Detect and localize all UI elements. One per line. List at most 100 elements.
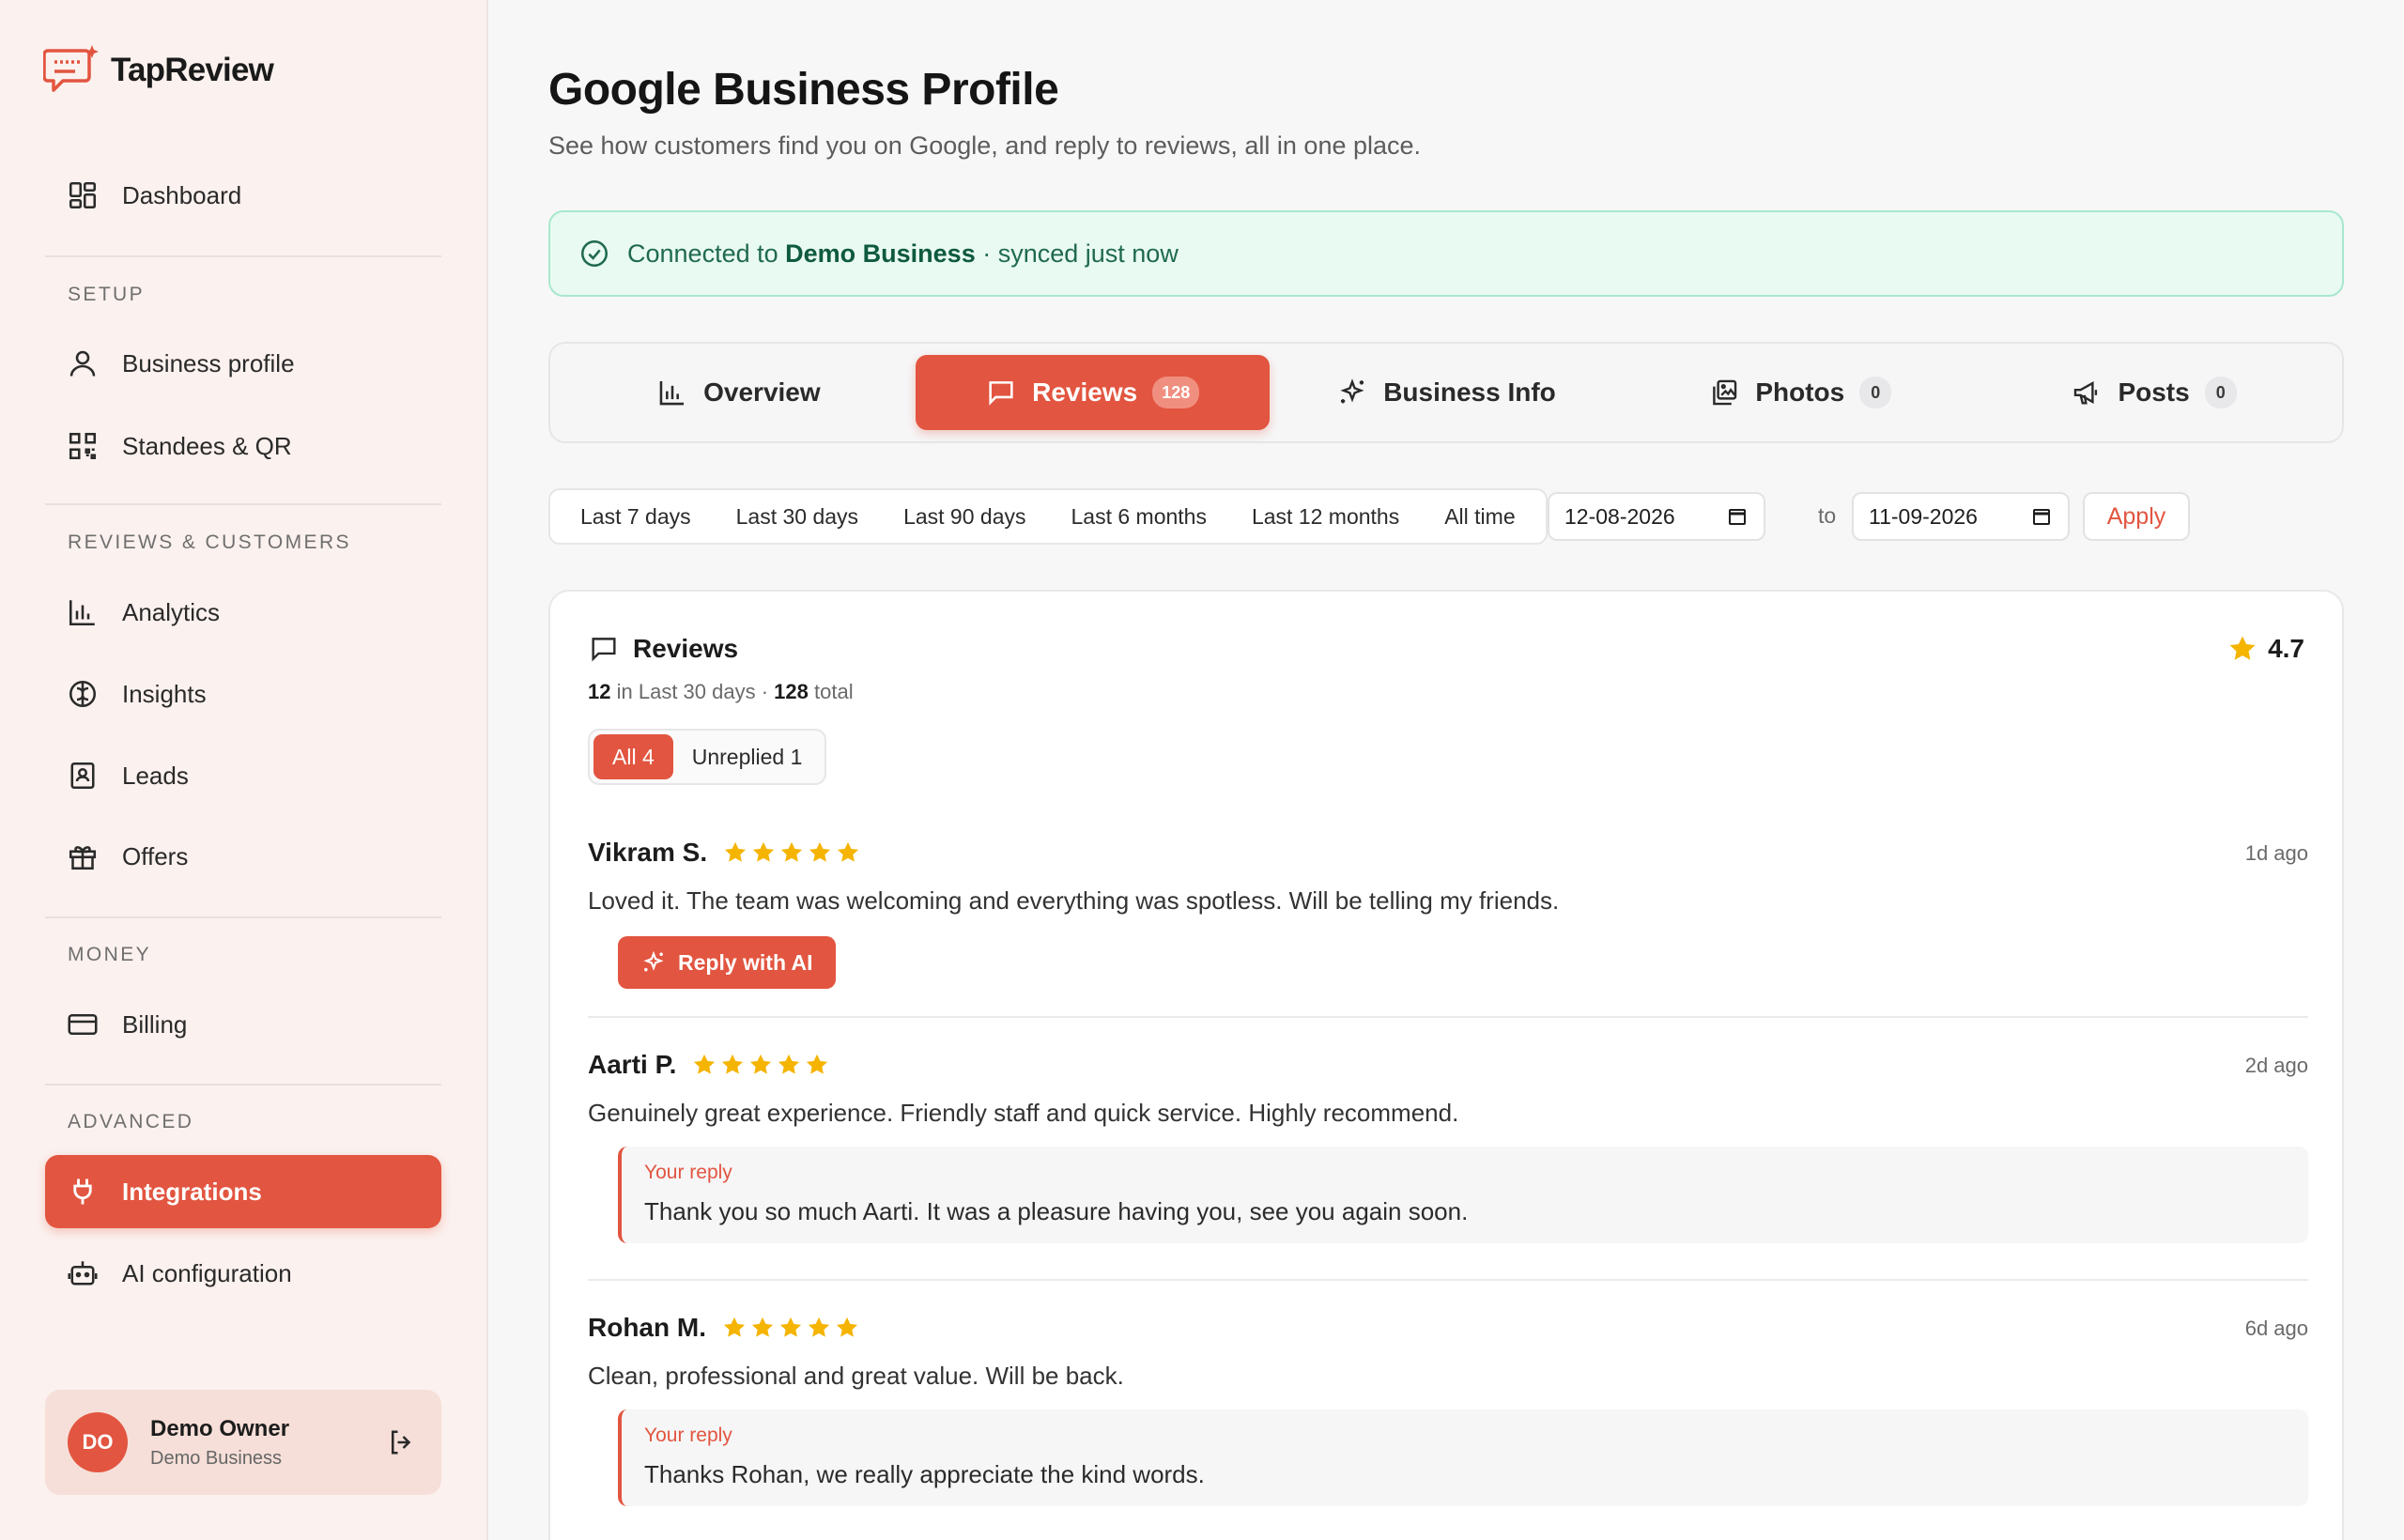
sidebar-item-offers[interactable]: Offers [45,820,441,893]
reviewer-name: Rohan M. [588,1313,706,1342]
review-header: Rohan M. [588,1313,2308,1343]
app-logo[interactable]: TapReview [43,43,274,98]
review-item: Vikram S. 1d ago Loved it. The team was … [588,838,2308,989]
tab-overview[interactable]: Overview [562,355,916,430]
bar-chart-icon [69,600,95,626]
sidebar-item-billing[interactable]: Billing [45,988,441,1061]
tab-business-info[interactable]: Business Info [1270,355,1624,430]
sidebar-item-label: Dashboard [122,180,242,209]
sidebar: TapReview Dashboard SETUP Business profi… [0,0,488,1540]
range-last-30-days[interactable]: Last 30 days [714,490,881,543]
page-title: Google Business Profile [548,65,1059,115]
sidebar-item-standees[interactable]: Standees & QR [45,409,441,483]
brain-icon [69,680,97,708]
star-rating [691,1052,830,1078]
star-icon [725,841,747,862]
review-time: 6d ago [2244,1317,2308,1340]
star-icon [722,1054,744,1074]
star-icon [807,1054,828,1074]
star-icon [836,1317,858,1337]
recent-label: in Last 30 days · [616,680,769,703]
qr-code-icon [69,432,97,460]
review-divider [588,1279,2308,1281]
star-icon [781,841,803,862]
star-icon [753,841,775,862]
calendar-icon[interactable] [1726,505,1749,528]
contact-card-icon [70,762,95,790]
tab-reviews[interactable]: Reviews 128 [915,355,1270,430]
check-circle-icon [580,239,609,268]
user-name: Demo Owner [150,1415,290,1441]
tab-photos[interactable]: Photos 0 [1623,355,1977,430]
filter-unreplied[interactable]: Unreplied 1 [673,734,822,779]
tab-label: Overview [703,377,821,407]
range-last-12-months[interactable]: Last 12 months [1229,490,1422,543]
sidebar-item-label: AI configuration [122,1258,292,1287]
date-to-input[interactable]: 11-09-2026 [1852,492,2070,541]
filter-all[interactable]: All 4 [593,734,673,779]
sidebar-item-business-profile[interactable]: Business profile [45,327,441,400]
megaphone-icon [2074,381,2098,405]
sidebar-item-label: Offers [122,841,189,870]
date-to-label: to [1818,503,1837,528]
sidebar-item-analytics[interactable]: Analytics [45,576,441,649]
banner-suffix: · synced just now [982,239,1179,268]
sidebar-section-money: MONEY [68,944,152,965]
star-icon [723,1317,746,1337]
user-info: Demo Owner Demo Business [150,1416,385,1470]
apply-button[interactable]: Apply [2083,492,2190,541]
review-text: Genuinely great experience. Friendly sta… [588,1099,1459,1127]
credit-card-icon [68,1013,98,1036]
plug-icon [73,1178,92,1205]
sidebar-item-label: Standees & QR [122,431,292,460]
sidebar-item-dashboard[interactable]: Dashboard [45,159,441,232]
sidebar-item-ai-configuration[interactable]: AI configuration [45,1237,441,1310]
sidebar-item-leads[interactable]: Leads [45,739,441,812]
tab-posts[interactable]: Posts 0 [1977,355,2331,430]
range-last-90-days[interactable]: Last 90 days [881,490,1048,543]
sparkles-icon [643,950,664,972]
bar-chart-icon [659,380,685,406]
range-last-7-days[interactable]: Last 7 days [558,490,714,543]
range-all-time[interactable]: All time [1422,490,1537,543]
avatar: DO [68,1412,128,1472]
reply-label: Your reply [644,1162,732,1183]
tab-bar: Overview Reviews 128 Business Info Photo… [548,342,2344,443]
review-header: Aarti P. [588,1050,2308,1080]
rating-value: 4.7 [2268,634,2304,663]
range-last-6-months[interactable]: Last 6 months [1048,490,1228,543]
user-icon [69,350,96,377]
sidebar-section-advanced: ADVANCED [68,1111,194,1132]
star-icon [2229,636,2256,660]
images-icon [1713,379,1737,406]
dashboard-icon [69,181,97,209]
star-icon [838,841,859,862]
sidebar-item-label: Insights [122,679,207,708]
star-icon [778,1054,800,1074]
card-title-text: Reviews [633,634,739,663]
calendar-icon[interactable] [2030,505,2053,528]
reviews-card: Reviews 4.7 12 in Last 30 days · 128 tot… [548,590,2344,1540]
tab-label: Business Info [1383,377,1556,407]
star-rating [721,1315,860,1341]
tab-label: Photos [1755,377,1845,407]
review-divider [588,1016,2308,1018]
date-from-input[interactable]: 12-08-2026 [1548,492,1765,541]
sidebar-item-integrations[interactable]: Integrations [45,1155,441,1228]
reply-label: Your reply [644,1424,732,1446]
logo-icon [43,45,99,92]
review-time: 2d ago [2244,1054,2308,1077]
sidebar-item-label: Business profile [122,348,295,377]
date-from-value: 12-08-2026 [1564,503,1675,529]
sidebar-item-label: Billing [122,1009,188,1039]
recent-count: 12 [588,680,611,703]
sidebar-section-setup: SETUP [68,284,146,305]
sidebar-divider [45,255,441,257]
reply-with-ai-button[interactable]: Reply with AI [618,936,836,989]
star-icon [809,841,831,862]
review-text: Loved it. The team was welcoming and eve… [588,886,1560,915]
sidebar-item-insights[interactable]: Insights [45,657,441,731]
logout-icon[interactable] [385,1425,419,1459]
star-icon [808,1317,830,1337]
reply-text: Thanks Rohan, we really appreciate the k… [644,1460,1205,1488]
